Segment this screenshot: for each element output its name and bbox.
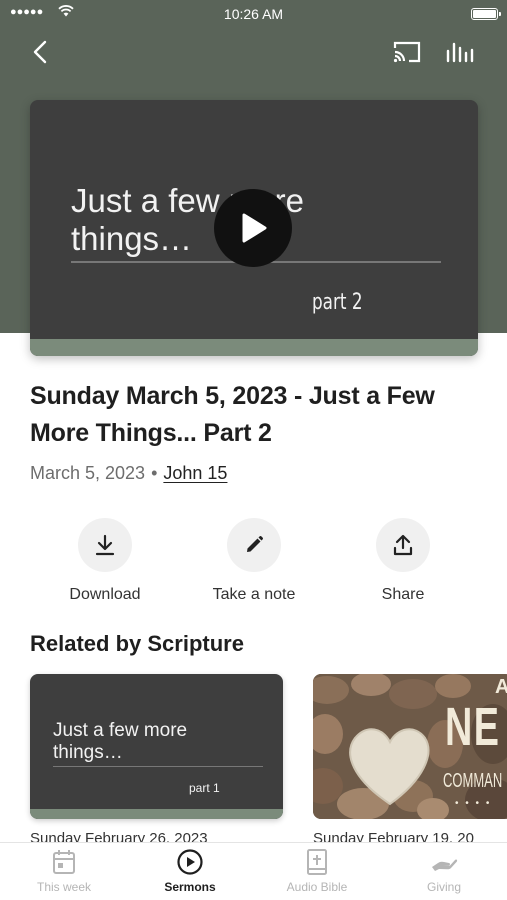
share-label: Share	[381, 586, 425, 603]
giving-hand-icon	[432, 859, 458, 871]
take-note-button[interactable]	[227, 518, 281, 572]
scripture-link[interactable]: John 15	[163, 463, 227, 483]
related-card-1[interactable]: Just a few more things… part 1	[30, 674, 283, 819]
play-circle-icon	[177, 849, 203, 875]
take-note-label: Take a note	[212, 586, 296, 603]
sermon-meta: March 5, 2023 • John 15	[30, 463, 227, 484]
cast-icon	[393, 41, 421, 63]
download-button[interactable]	[78, 518, 132, 572]
status-bar: ●●●●● 10:26 AM	[0, 0, 507, 28]
tab-this-week-label: This week	[36, 880, 92, 894]
meta-separator: •	[151, 463, 158, 483]
equalizer-icon	[446, 42, 474, 63]
related-card-2-art-subtitle: COMMAN	[443, 770, 503, 792]
sermon-date: March 5, 2023	[30, 463, 146, 483]
related-card-2[interactable]: A NE COMMAN • • • •	[313, 674, 507, 819]
related-heading: Related by Scripture	[30, 631, 244, 656]
share-icon	[393, 534, 413, 556]
play-button[interactable]	[214, 189, 292, 267]
bible-icon	[307, 849, 327, 875]
calendar-icon	[53, 850, 75, 874]
chevron-left-icon	[33, 40, 47, 64]
artwork-strip	[30, 339, 478, 356]
tab-sermons[interactable]: Sermons	[135, 849, 245, 894]
tab-audio-bible-label: Audio Bible	[286, 880, 348, 894]
tab-giving-label: Giving	[426, 880, 461, 894]
tab-this-week[interactable]: This week	[9, 849, 119, 894]
tab-audio-bible[interactable]: Audio Bible	[262, 849, 372, 894]
tab-giving[interactable]: Giving	[389, 849, 499, 894]
cast-button[interactable]	[387, 34, 427, 70]
tab-sermons-label: Sermons	[164, 880, 216, 894]
share-action[interactable]: Share	[343, 518, 463, 604]
sermon-title: Sunday March 5, 2023 - Just a Few More T…	[30, 382, 435, 447]
battery-icon	[471, 8, 501, 20]
related-card-2-art-word: NE	[445, 697, 501, 757]
sermon-artwork[interactable]: Just a few more things… part 2	[30, 100, 478, 356]
status-time: 10:26 AM	[223, 6, 284, 22]
tab-bar: This week Sermons Audio Bible Giving	[0, 842, 507, 900]
related-card-1-art-title: Just a few more things…	[53, 720, 188, 763]
share-button[interactable]	[376, 518, 430, 572]
related-card-2-art-dots: • • • •	[455, 798, 492, 809]
related-card-1-strip	[30, 809, 283, 819]
play-icon	[242, 213, 267, 243]
related-card-1-divider	[53, 766, 263, 767]
take-note-action[interactable]: Take a note	[194, 518, 314, 604]
artwork-part-label: part 2	[312, 290, 363, 315]
related-card-1-part-label: part 1	[189, 781, 220, 795]
back-button[interactable]	[22, 34, 58, 70]
download-icon	[95, 534, 115, 556]
download-label: Download	[69, 586, 141, 603]
download-action[interactable]: Download	[45, 518, 165, 604]
pencil-icon	[247, 536, 263, 552]
equalizer-button[interactable]	[440, 34, 480, 70]
